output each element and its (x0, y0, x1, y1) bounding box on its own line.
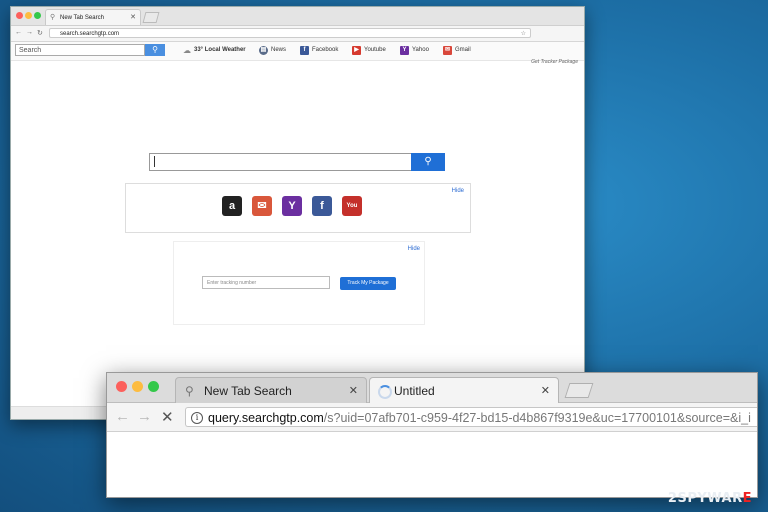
bookmark-label: Facebook (312, 47, 339, 53)
extension-toolbar: Search ⚲ ☁ 33° Local Weather ▤ News f Fa… (11, 42, 584, 61)
news-icon: ▤ (259, 46, 268, 55)
watermark-text-accent: E (742, 491, 752, 506)
gmail-icon: ✉ (443, 46, 452, 55)
main-search-button[interactable]: ⚲ (411, 153, 445, 171)
stop-loading-icon[interactable]: ✕ (161, 408, 174, 426)
tab-new-tab-search[interactable]: ⚲ New Tab Search ✕ (175, 377, 367, 403)
weather-icon: ☁ (183, 46, 191, 55)
bookmark-label: News (271, 47, 287, 53)
main-search-input[interactable] (149, 153, 413, 171)
tab-title: New Tab Search (60, 15, 104, 21)
yahoo-icon[interactable]: Y (282, 196, 302, 216)
close-tab-icon[interactable]: ✕ (541, 378, 550, 404)
toolbar-search-input[interactable]: Search (15, 44, 145, 56)
search-icon: ⚲ (424, 156, 432, 167)
forward-arrow-icon[interactable]: → (26, 29, 33, 36)
url-field[interactable]: search.searchgtp.com ☆ (49, 28, 531, 38)
url-field[interactable]: i query.searchgtp.com/s?uid=07afb701-c95… (185, 407, 757, 427)
zoom-window-button[interactable] (34, 12, 41, 19)
url-host: query.searchgtp.com (208, 411, 324, 425)
facebook-icon: f (300, 46, 309, 55)
close-tab-icon[interactable]: ✕ (349, 378, 358, 404)
bookmark-youtube[interactable]: ▶ Youtube (352, 45, 386, 56)
bookmark-gmail[interactable]: ✉ Gmail (443, 45, 471, 56)
tab-new-tab-search[interactable]: ⚲ New Tab Search ✕ (45, 9, 141, 25)
back-address-bar: ← → ↻ search.searchgtp.com ☆ (11, 26, 584, 42)
shortcuts-panel: Hide a ✉ Y f You (125, 183, 471, 233)
forward-arrow-icon[interactable]: → (137, 408, 152, 425)
track-my-package-button[interactable]: Track My Package (340, 277, 396, 290)
search-icon: ⚲ (185, 384, 194, 398)
close-window-button[interactable] (16, 12, 23, 19)
text-cursor (154, 156, 155, 167)
package-tracking-panel: Hide Enter tracking number Track My Pack… (173, 241, 425, 325)
url-query: /s?uid=07afb701-c959-4f27-bd15-d4b867f93… (323, 411, 751, 425)
close-window-button[interactable] (116, 381, 127, 392)
back-arrow-icon[interactable]: ← (15, 29, 22, 36)
youtube-icon: ▶ (352, 46, 361, 55)
minimize-window-button[interactable] (25, 12, 32, 19)
reload-icon[interactable]: ↻ (37, 29, 43, 37)
close-tab-icon[interactable]: ✕ (130, 10, 136, 26)
hide-shortcuts-link[interactable]: Hide (452, 188, 464, 194)
watermark-logo: 2SPYWARE (668, 491, 752, 506)
weather-link[interactable]: ☁ 33° Local Weather (183, 45, 246, 56)
bookmark-label: Youtube (364, 47, 386, 53)
back-tab-bar: ⚲ New Tab Search ✕ (11, 7, 584, 26)
url-text: search.searchgtp.com (60, 31, 120, 37)
front-address-bar: ← → ✕ i query.searchgtp.com/s?uid=07afb7… (107, 403, 757, 432)
weather-label: 33° Local Weather (194, 47, 246, 53)
front-tab-bar: ⚲ New Tab Search ✕ Untitled ✕ (107, 373, 757, 403)
bookmark-facebook[interactable]: f Facebook (300, 45, 338, 56)
bookmark-yahoo[interactable]: Y Yahoo (400, 45, 429, 56)
search-icon: ⚲ (50, 14, 56, 21)
bookmark-label: Yahoo (412, 47, 429, 53)
search-icon: ⚲ (152, 45, 158, 54)
tracking-number-input[interactable]: Enter tracking number (202, 276, 330, 289)
amazon-icon[interactable]: a (222, 196, 242, 216)
minimize-window-button[interactable] (132, 381, 143, 392)
bookmark-label: Gmail (455, 47, 471, 53)
bookmark-news[interactable]: ▤ News (259, 45, 286, 56)
new-tab-button[interactable] (564, 383, 594, 398)
watermark-text: 2SPYWAR (667, 491, 743, 506)
new-tab-button[interactable] (142, 12, 160, 23)
toolbar-search-button[interactable]: ⚲ (145, 44, 165, 56)
get-tracker-package-link[interactable]: Get Tracker Package (531, 59, 578, 65)
facebook-icon[interactable]: f (312, 196, 332, 216)
youtube-icon[interactable]: You (342, 196, 362, 216)
mail-icon[interactable]: ✉ (252, 196, 272, 216)
info-icon[interactable]: i (191, 412, 203, 424)
hide-tracking-link[interactable]: Hide (408, 246, 420, 252)
back-arrow-icon[interactable]: ← (115, 408, 130, 425)
tab-title: Untitled (394, 384, 435, 398)
loading-spinner-icon (378, 385, 392, 399)
yahoo-icon: Y (400, 46, 409, 55)
back-browser-window: ⚲ New Tab Search ✕ ← → ↻ search.searchgt… (10, 6, 585, 420)
tab-title: New Tab Search (204, 384, 292, 398)
star-icon[interactable]: ☆ (521, 29, 526, 39)
front-browser-window: ⚲ New Tab Search ✕ Untitled ✕ ← → ✕ i qu… (106, 372, 758, 498)
zoom-window-button[interactable] (148, 381, 159, 392)
tab-untitled[interactable]: Untitled ✕ (369, 377, 559, 403)
